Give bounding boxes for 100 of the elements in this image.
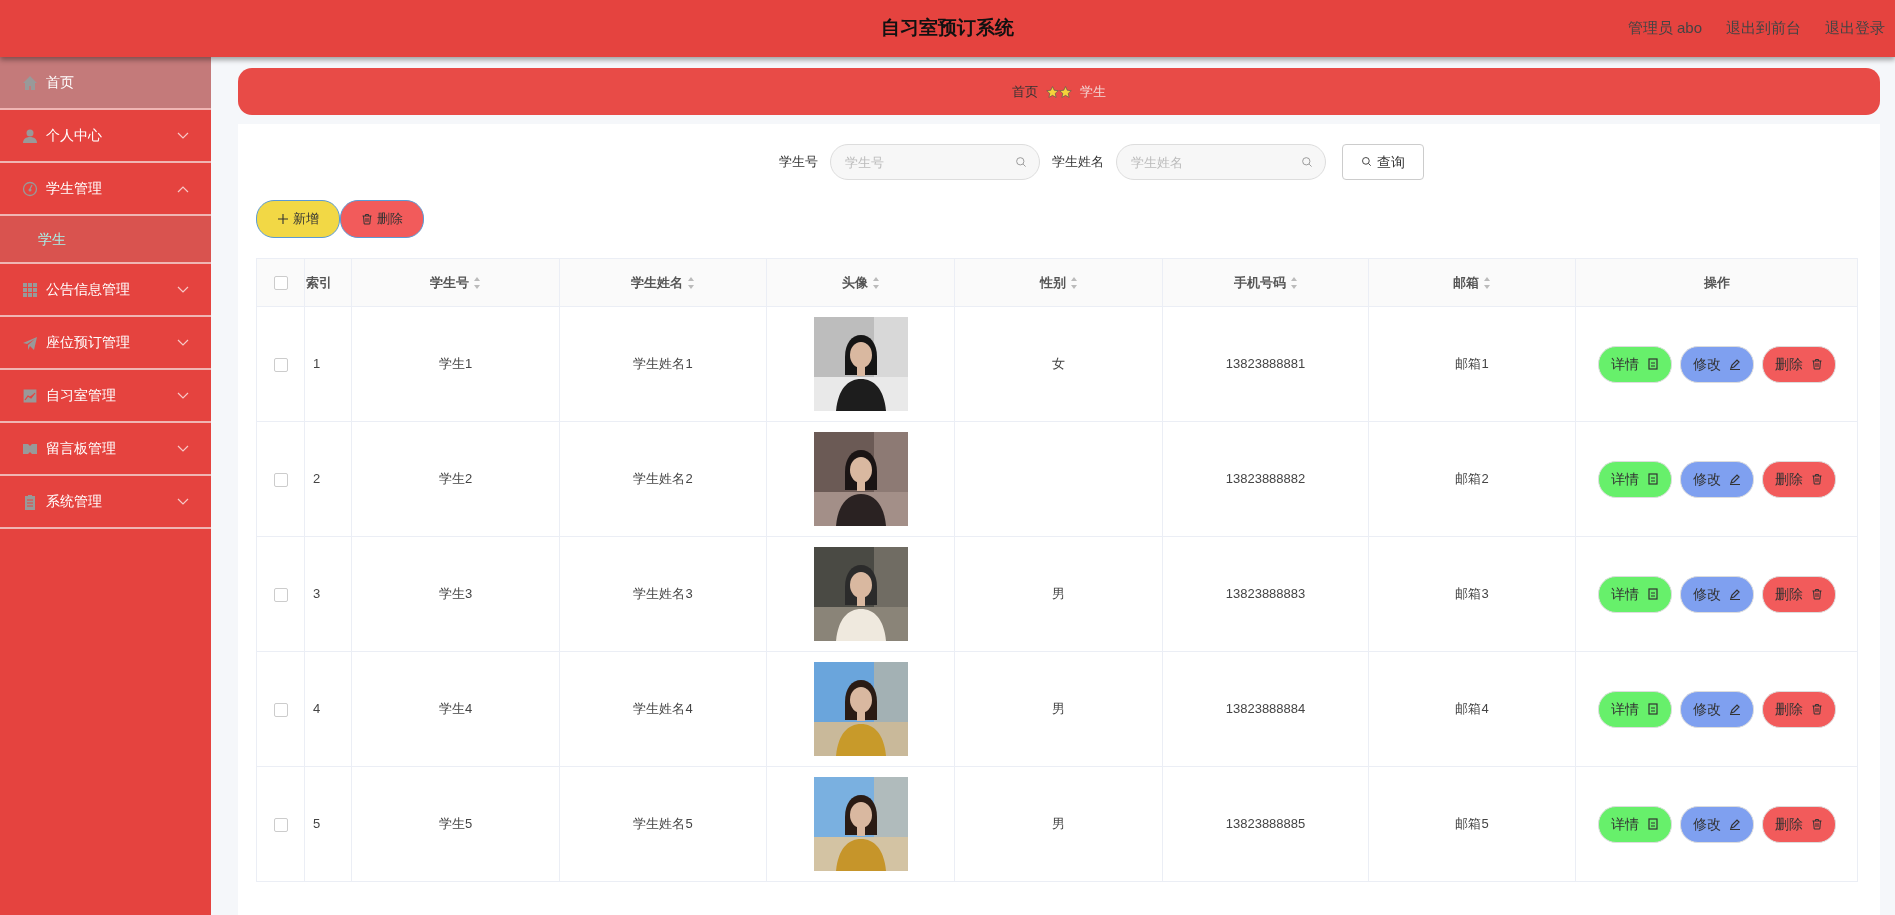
user-label: 管理员 abo xyxy=(1627,18,1702,39)
chevron-down-icon xyxy=(177,285,189,294)
chevron-down-icon xyxy=(177,131,189,140)
row-checkbox[interactable] xyxy=(273,357,288,372)
breadcrumb-item: 学生 xyxy=(1080,82,1106,101)
delete-button[interactable]: 删除 xyxy=(1761,690,1836,728)
trash-icon xyxy=(1810,473,1823,485)
table-cell: 3 xyxy=(313,586,321,602)
table-cell: 邮箱3 xyxy=(1455,586,1489,602)
document-icon xyxy=(1646,703,1659,715)
table-cell: 学生姓名2 xyxy=(633,471,693,487)
delete-button[interactable]: 删除 xyxy=(1761,575,1836,613)
column-header: 操作 xyxy=(1703,274,1730,290)
table-cell: 邮箱4 xyxy=(1455,701,1489,717)
column-header[interactable]: 邮箱 xyxy=(1453,274,1479,290)
row-checkbox[interactable] xyxy=(273,817,288,832)
search-icon xyxy=(1014,156,1028,169)
table-cell: 邮箱5 xyxy=(1455,816,1489,832)
chevron-down-icon xyxy=(177,444,189,453)
user-icon xyxy=(22,127,38,144)
document-icon xyxy=(1646,818,1659,830)
row-checkbox[interactable] xyxy=(273,702,288,717)
table-cell: 学生姓名5 xyxy=(633,816,693,832)
sidebar-item[interactable]: 首页 xyxy=(0,57,211,110)
sort-icon xyxy=(687,277,695,290)
pencil-icon xyxy=(1728,818,1741,830)
sidebar-item[interactable]: 个人中心 xyxy=(0,110,211,163)
plus-icon xyxy=(277,213,289,225)
sidebar-item[interactable]: 座位预订管理 xyxy=(0,317,211,370)
separator-stars-icon xyxy=(1046,85,1072,98)
table-cell: 男 xyxy=(1052,586,1065,602)
document-icon xyxy=(1646,473,1659,485)
grid-icon xyxy=(22,281,38,298)
trash-icon xyxy=(1810,588,1823,600)
pencil-icon xyxy=(1728,703,1741,715)
table-cell: 13823888882 xyxy=(1225,471,1306,487)
row-checkbox[interactable] xyxy=(273,587,288,602)
sidebar-item[interactable]: 留言板管理 xyxy=(0,423,211,476)
edit-button[interactable]: 修改 xyxy=(1679,575,1754,613)
search-field[interactable]: 学生号 xyxy=(829,144,1040,180)
table-cell: 13823888881 xyxy=(1225,356,1306,372)
paper-plane-icon xyxy=(22,334,38,351)
field-label: 学生姓名 xyxy=(1051,153,1104,172)
table-cell: 13823888883 xyxy=(1225,586,1306,602)
delete-button[interactable]: 删除 xyxy=(1761,805,1836,843)
edit-button[interactable]: 修改 xyxy=(1679,460,1754,498)
sort-icon xyxy=(473,277,481,290)
search-icon xyxy=(1360,156,1373,168)
sort-icon xyxy=(871,277,880,290)
column-header[interactable]: 头像 xyxy=(841,274,868,290)
edit-button[interactable]: 修改 xyxy=(1679,345,1754,383)
table-cell: 学生4 xyxy=(438,701,473,717)
document-icon xyxy=(1646,588,1659,600)
chevron-down-icon xyxy=(177,338,189,347)
sidebar-item[interactable]: 系统管理 xyxy=(0,476,211,529)
column-header[interactable]: 手机号码 xyxy=(1233,274,1286,290)
row-checkbox[interactable] xyxy=(273,472,288,487)
table-cell: 学生5 xyxy=(438,816,473,832)
table-cell: 邮箱1 xyxy=(1455,356,1489,372)
detail-button[interactable]: 详情 xyxy=(1597,345,1672,383)
table-cell: 男 xyxy=(1052,701,1065,717)
table-cell: 邮箱2 xyxy=(1455,471,1489,487)
table-cell: 学生姓名4 xyxy=(633,701,693,717)
sidebar-item[interactable]: 公告信息管理 xyxy=(0,264,211,317)
detail-button[interactable]: 详情 xyxy=(1597,575,1672,613)
edit-button[interactable]: 修改 xyxy=(1679,690,1754,728)
table-cell: 学生2 xyxy=(438,471,473,487)
column-header: 索引 xyxy=(306,274,332,290)
delete-button[interactable]: 删除 xyxy=(340,200,424,238)
column-header[interactable]: 性别 xyxy=(1039,274,1066,290)
column-header[interactable]: 学生号 xyxy=(430,274,469,290)
document-icon xyxy=(1646,358,1659,370)
trash-icon xyxy=(1810,703,1823,715)
clipboard-icon xyxy=(22,493,38,510)
chevron-down-icon xyxy=(177,497,189,506)
chevron-down-icon xyxy=(177,391,189,400)
chart-icon xyxy=(22,387,38,404)
search-icon xyxy=(1300,156,1314,169)
table-cell: 学生姓名3 xyxy=(633,586,693,602)
column-header[interactable]: 学生姓名 xyxy=(631,274,683,290)
table-cell: 1 xyxy=(313,356,321,372)
search-button[interactable]: 查询 xyxy=(1341,144,1424,180)
table-cell: 13823888885 xyxy=(1225,816,1306,832)
trash-icon xyxy=(361,213,373,225)
sort-icon xyxy=(1069,277,1078,290)
sidebar-subitem[interactable]: 学生 xyxy=(0,216,211,264)
edit-button[interactable]: 修改 xyxy=(1679,805,1754,843)
table-cell: 学生3 xyxy=(438,586,473,602)
pencil-icon xyxy=(1728,358,1741,370)
detail-button[interactable]: 详情 xyxy=(1597,460,1672,498)
select-all-checkbox[interactable] xyxy=(273,276,288,291)
detail-button[interactable]: 详情 xyxy=(1597,690,1672,728)
add-button[interactable]: 新增 xyxy=(256,200,340,238)
table-cell: 女 xyxy=(1052,356,1065,372)
sidebar-item[interactable]: 自习室管理 xyxy=(0,370,211,423)
delete-button[interactable]: 删除 xyxy=(1761,460,1836,498)
delete-button[interactable]: 删除 xyxy=(1761,345,1836,383)
sort-icon xyxy=(1483,277,1491,290)
detail-button[interactable]: 详情 xyxy=(1597,805,1672,843)
breadcrumb-item[interactable]: 首页 xyxy=(1012,81,1038,102)
